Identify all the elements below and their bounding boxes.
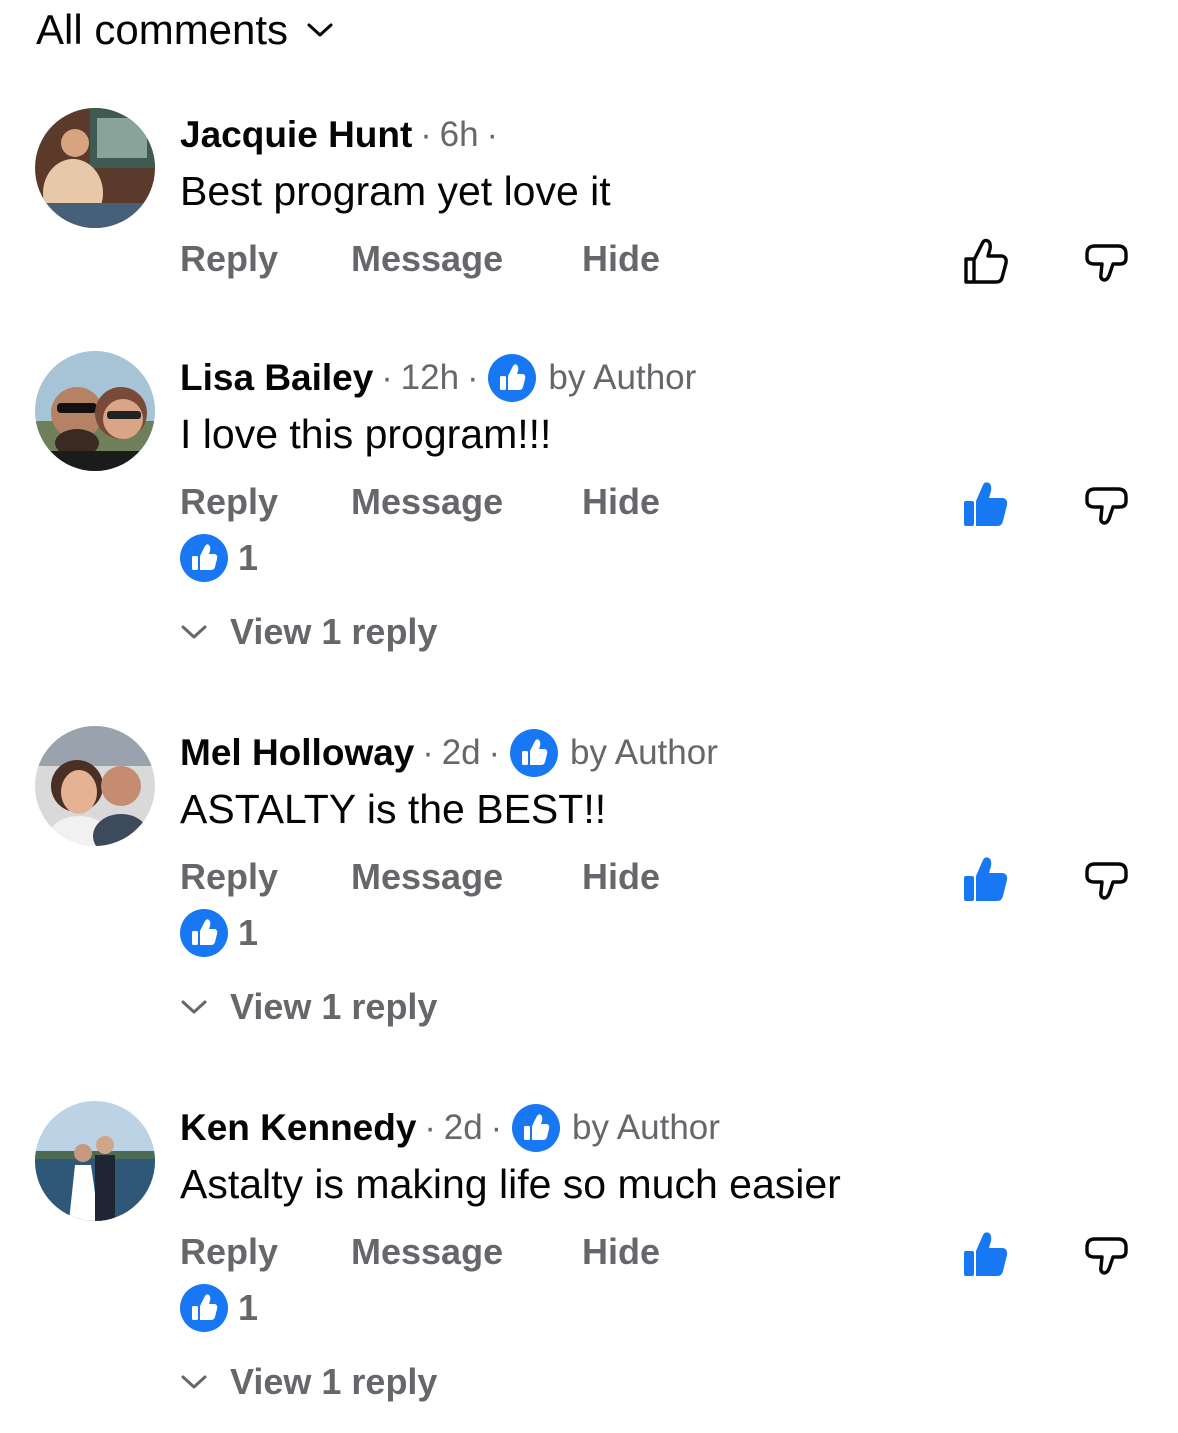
- comment-header: Jacquie Hunt · 6h ·: [180, 110, 506, 160]
- separator-dot: ·: [488, 733, 500, 772]
- comment-timestamp: 2d: [443, 1108, 483, 1147]
- comment-author-name[interactable]: Jacquie Hunt: [180, 114, 412, 156]
- downvote-outline-icon[interactable]: [1080, 1229, 1132, 1281]
- comment-actions: Reply Message Hide: [180, 856, 740, 906]
- comment-timestamp: 12h: [400, 358, 460, 397]
- upvote-filled-icon[interactable]: [960, 854, 1012, 906]
- separator-dot: ·: [490, 1108, 503, 1147]
- comment-text: Astalty is making life so much easier: [180, 1161, 841, 1207]
- downvote-outline-icon[interactable]: [1080, 479, 1132, 531]
- reaction-count: 1: [238, 912, 259, 953]
- avatar[interactable]: [35, 726, 155, 846]
- comment-text: ASTALTY is the BEST!!: [180, 786, 607, 832]
- like-reaction-icon: [180, 909, 228, 957]
- author-like-badge-icon: [512, 1104, 561, 1152]
- comment-timestamp: 2d: [441, 733, 481, 772]
- comment-actions: Reply Message Hide: [180, 1231, 740, 1281]
- view-replies-label: View 1 reply: [230, 1361, 438, 1402]
- avatar[interactable]: [35, 351, 155, 471]
- comment-actions: Reply Message Hide: [180, 238, 740, 288]
- hide-button[interactable]: Hide: [582, 1231, 660, 1273]
- comment-actions: Reply Message Hide: [180, 481, 740, 531]
- reaction-count: 1: [238, 537, 259, 578]
- hide-button[interactable]: Hide: [582, 481, 660, 523]
- reply-button[interactable]: Reply: [180, 481, 278, 523]
- reaction-summary[interactable]: 1: [180, 909, 258, 957]
- reply-button[interactable]: Reply: [180, 1231, 278, 1273]
- chevron-down-icon: [181, 1375, 207, 1389]
- separator-dot: ·: [467, 358, 479, 397]
- separator-dot: ·: [420, 115, 432, 154]
- view-replies-label: View 1 reply: [230, 611, 438, 652]
- message-button[interactable]: Message: [351, 856, 503, 898]
- author-like-badge-icon: [488, 354, 537, 402]
- avatar[interactable]: [35, 1101, 155, 1221]
- separator-dot: ·: [486, 115, 498, 154]
- hide-button[interactable]: Hide: [582, 856, 660, 898]
- like-reaction-icon: [180, 534, 228, 582]
- message-button[interactable]: Message: [351, 481, 503, 523]
- message-button[interactable]: Message: [351, 238, 503, 280]
- comment-timestamp: 6h: [439, 115, 479, 154]
- comments-filter-dropdown[interactable]: All comments: [36, 6, 334, 54]
- upvote-outline-icon[interactable]: [960, 236, 1012, 288]
- comment-header: Ken Kennedy · 2d · by Author: [180, 1103, 720, 1153]
- separator-dot: ·: [381, 358, 393, 397]
- by-author-label: by Author: [572, 1108, 720, 1147]
- by-author-label: by Author: [569, 733, 718, 772]
- hide-button[interactable]: Hide: [582, 238, 660, 280]
- separator-dot: ·: [422, 733, 434, 772]
- view-replies-button[interactable]: View 1 reply: [180, 1361, 437, 1403]
- comment-header: Lisa Bailey · 12h · by Author: [180, 353, 696, 403]
- message-button[interactable]: Message: [351, 1231, 503, 1273]
- chevron-down-icon: [181, 625, 207, 639]
- by-author-label: by Author: [548, 358, 697, 397]
- comments-filter-label: All comments: [36, 6, 289, 53]
- avatar[interactable]: [35, 108, 155, 228]
- view-replies-button[interactable]: View 1 reply: [180, 986, 437, 1028]
- reaction-summary[interactable]: 1: [180, 534, 258, 582]
- chevron-down-icon: [306, 21, 334, 39]
- comment-text: Best program yet love it: [180, 168, 611, 214]
- upvote-filled-icon[interactable]: [960, 1229, 1012, 1281]
- comment-author-name[interactable]: Ken Kennedy: [180, 1107, 416, 1149]
- author-like-badge-icon: [509, 729, 558, 777]
- view-replies-button[interactable]: View 1 reply: [180, 611, 437, 653]
- reaction-count: 1: [238, 1287, 259, 1328]
- downvote-outline-icon[interactable]: [1080, 854, 1132, 906]
- reaction-summary[interactable]: 1: [180, 1284, 258, 1332]
- separator-dot: ·: [424, 1108, 436, 1147]
- view-replies-label: View 1 reply: [230, 986, 438, 1027]
- like-reaction-icon: [180, 1284, 228, 1332]
- comment-author-name[interactable]: Lisa Bailey: [180, 357, 373, 399]
- comment-header: Mel Holloway · 2d · by Author: [180, 728, 718, 778]
- reply-button[interactable]: Reply: [180, 856, 278, 898]
- reply-button[interactable]: Reply: [180, 238, 278, 280]
- chevron-down-icon: [181, 1000, 207, 1014]
- comment-author-name[interactable]: Mel Holloway: [180, 732, 414, 774]
- comment-text: I love this program!!!: [180, 411, 552, 457]
- upvote-filled-icon[interactable]: [960, 479, 1012, 531]
- downvote-outline-icon[interactable]: [1080, 236, 1132, 288]
